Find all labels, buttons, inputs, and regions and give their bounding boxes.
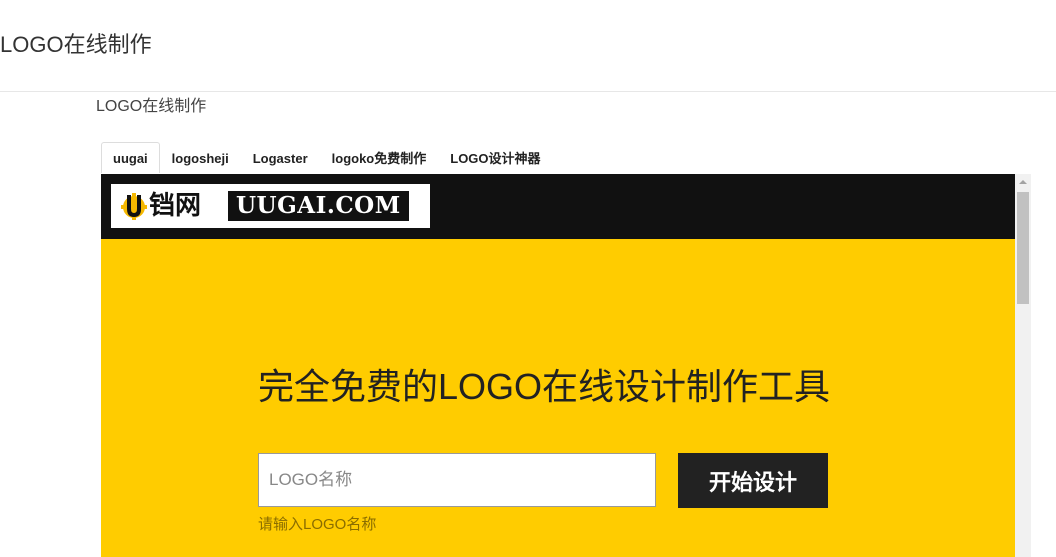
site-logo[interactable]: 铛网 UUGAI.COM xyxy=(111,184,430,228)
scroll-thumb[interactable] xyxy=(1017,192,1029,304)
hero-section: 完全免费的LOGO在线设计制作工具 开始设计 请输入LOGO名称 xyxy=(101,239,1015,557)
tab-logosheji[interactable]: logosheji xyxy=(160,142,241,173)
tab-logaster[interactable]: Logaster xyxy=(241,142,320,173)
tab-logoko[interactable]: logoko免费制作 xyxy=(320,142,439,173)
top-bar: LOGO在线制作 xyxy=(0,0,1056,92)
logo-name-input[interactable] xyxy=(258,453,656,507)
logo-en-text: UUGAI.COM xyxy=(228,191,409,221)
tab-bar: uugai logosheji Logaster logoko免费制作 LOGO… xyxy=(101,142,553,174)
tab-uugai[interactable]: uugai xyxy=(101,142,160,173)
input-hint: 请输入LOGO名称 xyxy=(258,516,377,533)
app-title[interactable]: LOGO在线制作 xyxy=(0,30,152,60)
tab-logo-design-tool[interactable]: LOGO设计神器 xyxy=(438,142,552,173)
start-design-button[interactable]: 开始设计 xyxy=(678,453,828,508)
section-title: LOGO在线制作 xyxy=(96,98,207,115)
site-header: 铛网 UUGAI.COM xyxy=(101,174,1015,239)
gear-u-icon xyxy=(121,193,147,220)
scroll-up-arrow-icon[interactable] xyxy=(1015,174,1031,190)
embedded-site-frame: 铛网 UUGAI.COM 完全免费的LOGO在线设计制作工具 开始设计 请输入L… xyxy=(101,174,1031,557)
hero-title: 完全免费的LOGO在线设计制作工具 xyxy=(258,366,831,407)
frame-scrollbar[interactable] xyxy=(1015,174,1031,557)
logo-cn-text: 铛网 xyxy=(149,191,202,221)
